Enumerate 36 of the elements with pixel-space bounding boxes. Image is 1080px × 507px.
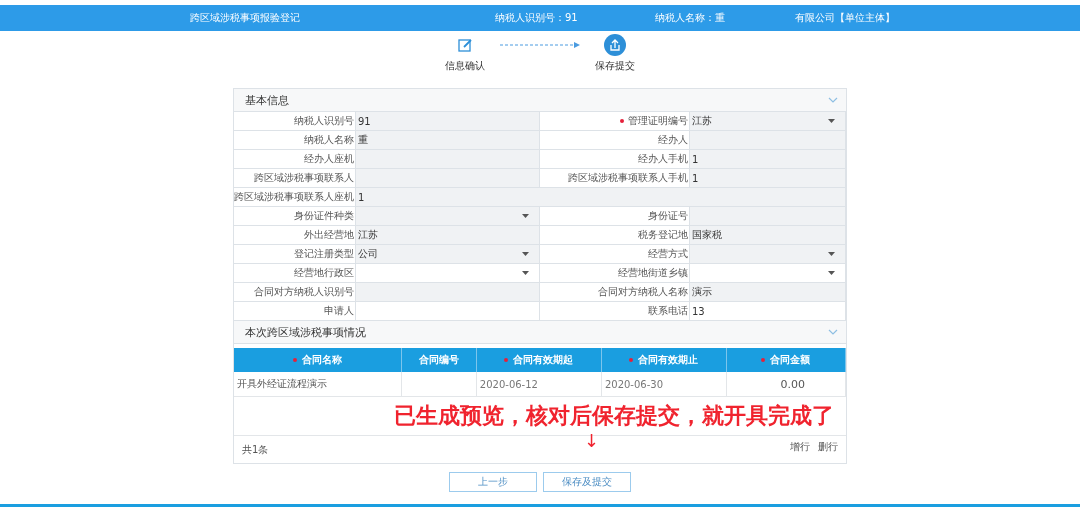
caret-icon xyxy=(828,119,835,123)
upload-icon xyxy=(604,34,626,56)
taxpayer-id: 纳税人识别号：91 xyxy=(495,11,579,25)
column-header: 合同金额 xyxy=(726,348,846,372)
page-title: 跨区域涉税事项报验登记 xyxy=(190,11,301,25)
caret-icon xyxy=(522,252,529,256)
input-field[interactable]: 13 xyxy=(690,302,846,320)
step-tab[interactable]: 保存提交 xyxy=(580,34,650,73)
section-title: 本次跨区域涉税事项情况 xyxy=(245,324,366,340)
chevron-icon[interactable] xyxy=(828,97,838,103)
chevron-icon[interactable] xyxy=(828,329,838,335)
table-cell: 开具外经证流程演示 xyxy=(234,372,402,397)
entity-type: 有限公司【单位主体】 xyxy=(795,11,895,25)
column-header: 合同名称 xyxy=(234,348,402,372)
table-cell: 0.00 xyxy=(726,372,846,397)
table-cell: 2020-06-30 xyxy=(601,372,727,397)
column-header: 合同编号 xyxy=(401,348,477,372)
annotation-arrow: ↓ xyxy=(584,430,600,451)
section-title: 基本信息 xyxy=(245,92,289,108)
row-action-link[interactable]: 增行 xyxy=(790,440,810,454)
caret-icon xyxy=(828,252,835,256)
caret-icon xyxy=(522,214,529,218)
section-header[interactable]: 本次跨区域涉税事项情况 xyxy=(234,321,846,344)
caret-icon xyxy=(828,271,835,275)
record-count: 共1条 xyxy=(242,442,269,457)
caret-icon xyxy=(522,271,529,275)
row-action-link[interactable]: 删行 xyxy=(818,440,838,454)
column-header: 合同有效期止 xyxy=(601,348,727,372)
section-header[interactable]: 基本信息 xyxy=(234,89,846,112)
action-button[interactable]: 上一步 xyxy=(449,472,537,492)
table-cell: 2020-06-12 xyxy=(476,372,602,397)
step-tab[interactable]: 信息确认 xyxy=(430,34,500,73)
annotation-text: 已生成预览，核对后保存提交，就开具完成了 xyxy=(394,402,834,430)
action-button[interactable]: 保存及提交 xyxy=(543,472,631,492)
column-header: 合同有效期起 xyxy=(476,348,602,372)
taxpayer-name: 纳税人名称：重 xyxy=(655,11,726,25)
